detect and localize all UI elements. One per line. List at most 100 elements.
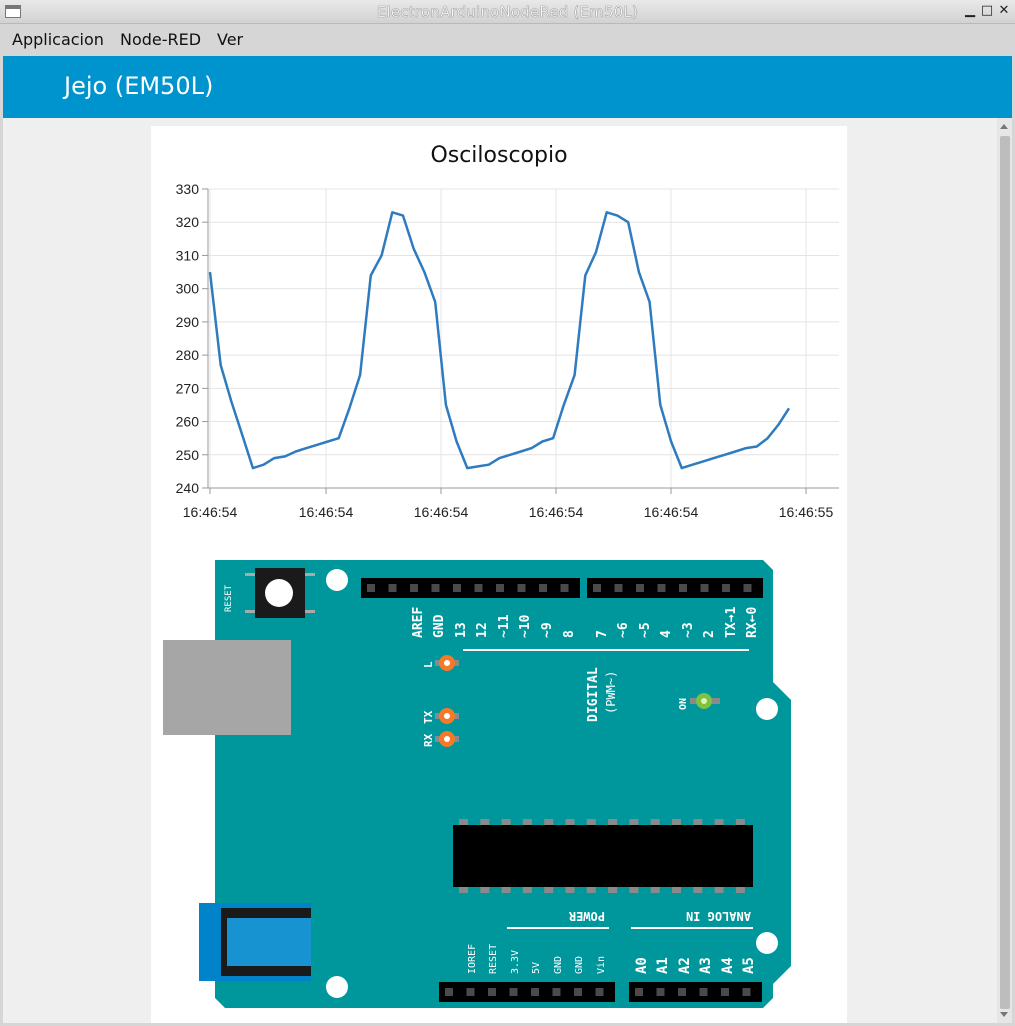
y-tick-label: 300 — [176, 281, 200, 297]
x-tick-label: 16:46:54 — [529, 504, 584, 520]
reset-leg — [305, 610, 315, 613]
digital-pin-label: 12 — [475, 622, 490, 638]
analog-pin-label: A5 — [741, 957, 757, 974]
atmega-chip — [453, 825, 753, 887]
power-pin-label: GND — [574, 956, 585, 974]
x-tick-label: 16:46:54 — [414, 504, 469, 520]
x-tick-label: 16:46:54 — [183, 504, 238, 520]
header-body — [629, 982, 762, 1002]
close-icon[interactable]: ✕ — [997, 4, 1011, 18]
chip-pin — [629, 819, 639, 826]
vertical-scrollbar[interactable] — [997, 118, 1012, 1023]
reset-label: RESET — [224, 584, 234, 612]
digital-pin-label: 13 — [454, 622, 469, 638]
chip-pin — [586, 819, 596, 826]
menu-ver[interactable]: Ver — [217, 30, 243, 49]
header-pin — [679, 584, 687, 592]
header-pin — [488, 988, 496, 996]
header-pin — [466, 988, 475, 996]
x-tick-label: 16:46:54 — [644, 504, 699, 520]
header-pin — [595, 988, 604, 996]
scroll-up-arrow-icon[interactable] — [1000, 124, 1008, 129]
digital-pin-label: TX→1 — [724, 607, 739, 638]
dashboard-content: Osciloscopio 240 250 260 270 280 290 300 310 320… — [151, 126, 847, 1023]
reset-button-cap[interactable] — [265, 579, 293, 607]
arduino-uno-board: RESET AREF GND 13 12 ~11 ~10 ~9 8 7 ~6 ~5 4 ~3 2 TX→1 R… — [163, 560, 791, 1008]
header-pin — [743, 584, 752, 592]
maximize-icon[interactable]: □ — [980, 4, 994, 18]
mounting-hole — [326, 976, 348, 998]
chip-pin — [672, 886, 681, 893]
mounting-hole — [326, 569, 348, 591]
header-pin — [496, 584, 504, 592]
header-pin — [700, 584, 709, 592]
chip-pin — [501, 819, 511, 826]
header-pin — [742, 988, 751, 996]
chip-pin — [714, 819, 724, 826]
digital-pin-label: ~11 — [497, 614, 512, 638]
chip-pin — [650, 819, 660, 826]
header-pin — [531, 988, 539, 996]
header-pin — [552, 988, 561, 996]
digital-pin-label: GND — [432, 614, 447, 638]
header-pin — [509, 988, 518, 996]
minimize-icon[interactable]: ▁ — [963, 4, 977, 18]
chip-pin — [522, 819, 532, 826]
menu-node-red[interactable]: Node-RED — [120, 30, 201, 49]
chip-pin — [480, 886, 490, 893]
digital-pin-label: ~10 — [518, 614, 533, 638]
chip-pin — [693, 819, 703, 826]
header-pin — [635, 988, 643, 996]
app-area: Jejo (EM50L) Osciloscopio 240 250 260 270 28… — [3, 56, 1012, 1023]
menu-applicacion[interactable]: Applicacion — [12, 30, 104, 49]
header-pin — [367, 584, 375, 592]
chip-pin — [501, 886, 511, 893]
digital-header-right — [587, 578, 763, 598]
x-tick-label: 16:46:55 — [779, 504, 834, 520]
y-tick-label: 290 — [176, 314, 200, 330]
header-pin — [699, 988, 708, 996]
reset-leg — [245, 573, 255, 576]
x-tick-label: 16:46:54 — [299, 504, 354, 520]
header-pin — [453, 584, 461, 592]
oscilloscope-chart: Osciloscopio 240 250 260 270 280 290 300 310 320… — [176, 143, 839, 520]
chip-pin — [693, 886, 703, 893]
digital-label: DIGITAL — [586, 667, 601, 722]
header-pin — [474, 584, 483, 592]
analog-pin-label: A4 — [720, 957, 736, 974]
chart-grid — [208, 188, 839, 489]
led-tx-label: TX — [422, 710, 435, 724]
header-pin — [678, 988, 686, 996]
y-tick-label: 260 — [176, 414, 200, 430]
chip-pin — [565, 886, 575, 893]
header-pin — [656, 988, 665, 996]
led-on-label: ON — [678, 698, 689, 710]
y-tick-label: 240 — [176, 480, 200, 496]
header-pin — [574, 988, 582, 996]
reset-leg — [245, 610, 255, 613]
chip-pin — [522, 886, 532, 893]
power-pin-label: 5V — [531, 962, 542, 974]
chip-pin — [459, 886, 468, 893]
pwm-label: (PWM~) — [604, 671, 618, 714]
digital-pin-label: ~9 — [540, 622, 555, 638]
chip-pin — [586, 886, 596, 893]
analog-pin-label: A3 — [698, 957, 714, 974]
header-body — [587, 578, 763, 598]
chip-pin — [480, 819, 490, 826]
digital-pin-label: 4 — [659, 630, 674, 638]
power-pin-label: 3.3V — [510, 950, 521, 974]
digital-pin-label: 8 — [562, 630, 577, 638]
analog-pin-label: A1 — [655, 957, 671, 974]
window-titlebar[interactable]: ElectronArduinoNodeRed (Em50L) ▁ □ ✕ — [0, 0, 1015, 24]
y-tick-label: 320 — [176, 214, 200, 230]
analog-label: ANALOG IN — [686, 909, 751, 923]
mounting-hole — [756, 932, 778, 954]
scrollbar-thumb[interactable] — [1000, 136, 1010, 1009]
header-pin — [593, 584, 601, 592]
y-tick-label: 250 — [176, 447, 200, 463]
chart-y-axis: 240 250 260 270 280 290 300 310 320 330 — [176, 181, 209, 496]
scroll-down-arrow-icon[interactable] — [1000, 1012, 1008, 1017]
analog-pin-label: A2 — [677, 957, 693, 974]
power-pin-label: RESET — [488, 944, 499, 974]
